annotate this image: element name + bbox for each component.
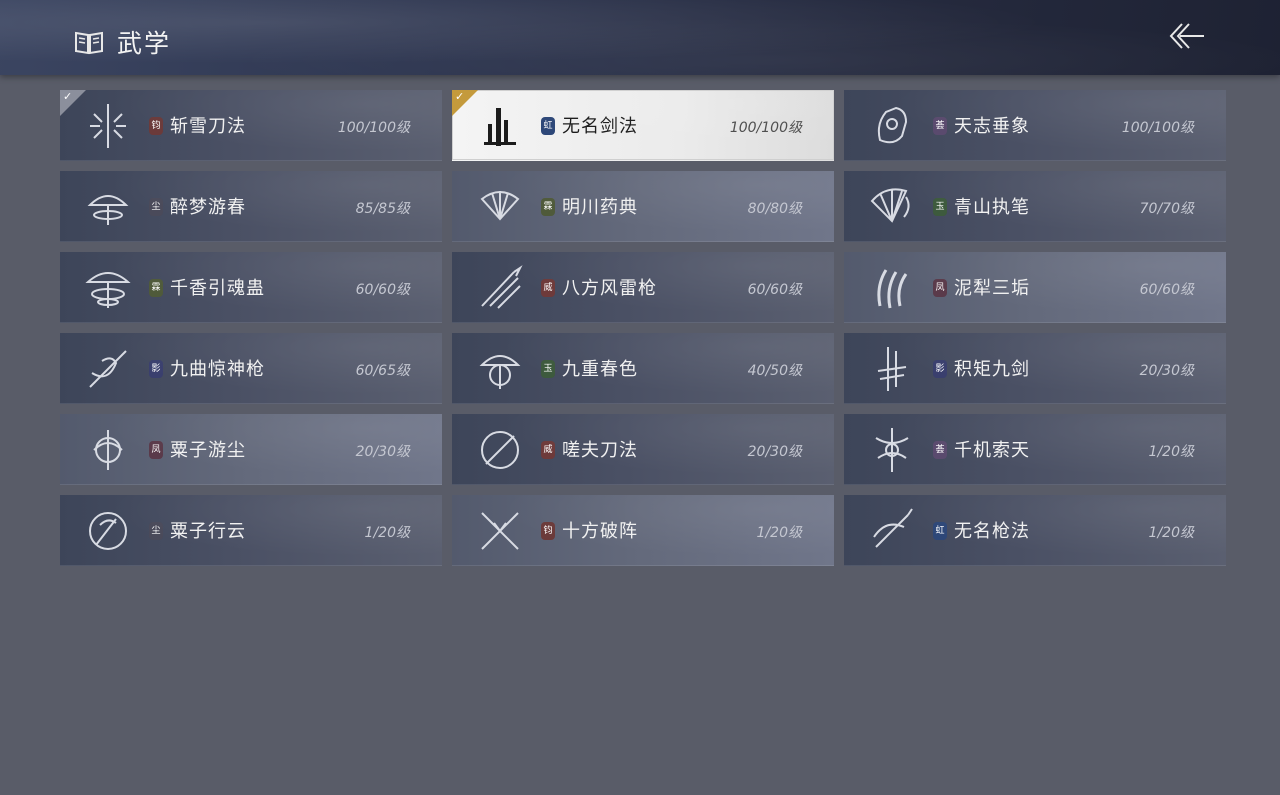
- skill-card[interactable]: ✓ 钧斩雪刀法 100/100级: [60, 90, 442, 161]
- header-bar: 武学: [0, 0, 1280, 75]
- spear-icon: [481, 265, 523, 309]
- skill-name: 天志垂象: [954, 116, 1030, 137]
- skill-level: 20/30级: [747, 444, 802, 460]
- skill-name: 九重春色: [562, 359, 638, 380]
- school-badge: 威: [541, 441, 555, 459]
- calligraphy-sword-icon: [484, 108, 516, 146]
- skill-name: 八方风雷枪: [562, 278, 657, 299]
- check-icon: ✓: [455, 90, 465, 103]
- skill-card[interactable]: 玉青山执笔 70/70级: [844, 171, 1226, 242]
- skill-card[interactable]: 钧十方破阵 1/20级: [452, 495, 834, 566]
- skill-name: 无名剑法: [562, 116, 638, 137]
- school-badge: 霖: [149, 279, 163, 297]
- skill-level: 1/20级: [1148, 444, 1194, 460]
- skill-card[interactable]: 虹无名枪法 1/20级: [844, 495, 1226, 566]
- school-badge: 影: [149, 360, 163, 378]
- skill-level: 100/100级: [337, 120, 410, 136]
- school-badge: 威: [541, 279, 555, 297]
- school-badge: 凤: [933, 279, 947, 297]
- skill-name: 粟子行云: [170, 521, 246, 542]
- skill-card[interactable]: 霖明川药典 80/80级: [452, 171, 834, 242]
- skill-name: 斩雪刀法: [170, 116, 246, 137]
- skill-level: 40/50级: [747, 363, 802, 379]
- parasol-icon: [85, 272, 131, 308]
- skill-level: 1/20级: [756, 525, 802, 541]
- check-icon: ✓: [63, 90, 73, 103]
- skill-level: 100/100级: [1121, 120, 1194, 136]
- skill-name: 积矩九剑: [954, 359, 1030, 380]
- umbrella-spin-icon: [479, 355, 521, 389]
- skill-name: 无名枪法: [954, 521, 1030, 542]
- skill-level: 60/60级: [355, 282, 410, 298]
- skill-name: 青山执笔: [954, 197, 1030, 218]
- school-badge: 尘: [149, 198, 163, 216]
- back-arrow-icon[interactable]: [1166, 20, 1206, 52]
- open-book-icon: [75, 31, 103, 55]
- school-badge: 虹: [933, 522, 947, 540]
- skill-level: 60/65级: [355, 363, 410, 379]
- skill-name: 九曲惊神枪: [170, 359, 265, 380]
- skill-level: 1/20级: [1148, 525, 1194, 541]
- skill-card[interactable]: ✓ 虹无名剑法 100/100级: [452, 90, 834, 161]
- skill-name: 醉梦游春: [170, 197, 246, 218]
- crescent-blade-icon: [89, 512, 127, 550]
- chain-dancer-icon: [875, 428, 909, 472]
- school-badge: 玉: [541, 360, 555, 378]
- page-title: 武学: [117, 29, 172, 58]
- crossed-blades-icon: [481, 512, 519, 550]
- skill-level: 20/30级: [1139, 363, 1194, 379]
- school-badge: 荟: [933, 117, 947, 135]
- skill-name: 明川药典: [562, 197, 638, 218]
- skill-card[interactable]: 凤泥犁三垢 60/60级: [844, 252, 1226, 323]
- school-badge: 尘: [149, 522, 163, 540]
- school-badge: 霖: [541, 198, 555, 216]
- circle-blade-icon: [481, 431, 519, 469]
- skill-card[interactable]: 尘醉梦游春 85/85级: [60, 171, 442, 242]
- skill-name: 千机索天: [954, 440, 1030, 461]
- title-group: 武学: [74, 24, 171, 60]
- skill-card[interactable]: 荟天志垂象 100/100级: [844, 90, 1226, 161]
- skill-level: 1/20级: [364, 525, 410, 541]
- school-badge: 凤: [149, 441, 163, 459]
- skill-level: 80/80级: [747, 201, 802, 217]
- skill-card[interactable]: 影九曲惊神枪 60/65级: [60, 333, 442, 404]
- skill-card[interactable]: 霖千香引魂蛊 60/60级: [60, 252, 442, 323]
- school-badge: 虹: [541, 117, 555, 135]
- school-badge: 钧: [149, 117, 163, 135]
- umbrella-icon: [87, 195, 129, 225]
- skill-card[interactable]: 荟千机索天 1/20级: [844, 414, 1226, 485]
- school-badge: 玉: [933, 198, 947, 216]
- skill-name: 嗟夫刀法: [562, 440, 638, 461]
- skill-card[interactable]: 威八方风雷枪 60/60级: [452, 252, 834, 323]
- skill-card[interactable]: 影积矩九剑 20/30级: [844, 333, 1226, 404]
- celestial-hand-icon: [877, 106, 908, 144]
- skill-card[interactable]: 玉九重春色 40/50级: [452, 333, 834, 404]
- skill-card[interactable]: 凤粟子游尘 20/30级: [60, 414, 442, 485]
- school-badge: 钧: [541, 522, 555, 540]
- skill-level: 60/60级: [1139, 282, 1194, 298]
- snowflake-blade-icon: [90, 104, 126, 148]
- skill-level: 85/85级: [355, 201, 410, 217]
- skill-name: 泥犁三垢: [954, 278, 1030, 299]
- school-badge: 荟: [933, 441, 947, 459]
- skill-name: 千香引魂蛊: [170, 278, 265, 299]
- skill-level: 60/60级: [747, 282, 802, 298]
- fan-icon: [480, 191, 520, 221]
- twisted-spear-icon: [89, 350, 127, 388]
- skill-name: 粟子游尘: [170, 440, 246, 461]
- skill-level: 100/100级: [729, 120, 802, 136]
- skill-level: 70/70级: [1139, 201, 1194, 217]
- skill-card[interactable]: 尘粟子行云 1/20级: [60, 495, 442, 566]
- whirl-icon: [93, 430, 123, 470]
- skill-card[interactable]: 威嗟夫刀法 20/30级: [452, 414, 834, 485]
- claw-icon: [877, 269, 908, 309]
- folding-fan-icon: [870, 188, 910, 223]
- school-badge: 影: [933, 360, 947, 378]
- skill-level: 20/30级: [355, 444, 410, 460]
- swoosh-spear-icon: [873, 508, 913, 548]
- skill-name: 十方破阵: [562, 521, 638, 542]
- twin-swords-icon: [877, 347, 907, 391]
